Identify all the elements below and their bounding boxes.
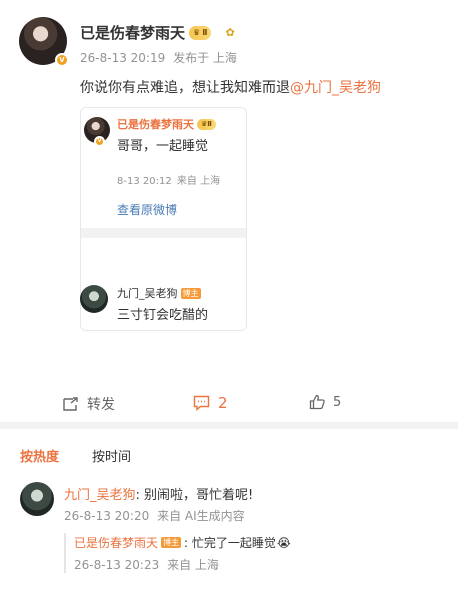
like-button[interactable]: 5 (309, 394, 341, 410)
like-icon (309, 394, 325, 410)
post-text: 你说你有点难追，想让我知难而退@九门_吴老狗 (80, 77, 381, 97)
quoted-time: 8-13 20:12 (117, 176, 172, 187)
reply-header: 九门_吴老狗 博主 (117, 285, 201, 301)
post-username[interactable]: 已是伤春梦雨天 (80, 22, 185, 43)
reply-text: 三寸钉会吃醋的 (117, 308, 209, 323)
nested-reply-username[interactable]: 已是伤春梦雨天 (74, 534, 158, 551)
post-location: 发布于 上海 (173, 51, 237, 65)
comment-icon (193, 395, 210, 411)
repost-icon (63, 396, 78, 411)
quoted-header: 已是伤春梦雨天 ♛ Ⅱ (117, 116, 216, 132)
nested-reply-meta: 26-8-13 20:23 来自 上海 (74, 556, 219, 573)
comment-count: 2 (218, 394, 228, 412)
comment-body: 九门_吴老狗: 别闹啦，哥忙着呢! (64, 484, 253, 503)
nested-reply: 已是伤春梦雨天 博主 : 忙完了一起睡觉 😭 (74, 534, 291, 551)
comment-username[interactable]: 九门_吴老狗 (64, 488, 136, 503)
crying-emoji-icon: 😭 (276, 535, 291, 550)
quoted-meta: 8-13 20:12 来自 上海 (117, 172, 220, 187)
medal-icon: ✿ (225, 26, 235, 39)
quoted-text: 哥哥，一起睡觉 (117, 139, 209, 154)
tab-sort-hot[interactable]: 按热度 (20, 446, 59, 465)
nested-blogger-badge: 博主 (161, 537, 182, 548)
quoted-source: 来自 上海 (176, 176, 221, 187)
reply-username[interactable]: 九门_吴老狗 (117, 285, 178, 301)
quoted-level-icon: ♛ Ⅱ (197, 118, 216, 130)
reply-avatar[interactable] (80, 285, 108, 313)
like-count: 5 (333, 394, 342, 410)
section-divider (0, 422, 458, 429)
blogger-badge: 博主 (180, 287, 201, 299)
quoted-post-card[interactable]: V 已是伤春梦雨天 ♛ Ⅱ 哥哥，一起睡觉 8-13 20:12 来自 上海 查… (80, 107, 247, 331)
post-meta: 26-8-13 20:19 发布于 上海 (80, 49, 237, 66)
post-time: 26-8-13 20:19 (80, 51, 166, 65)
post-text-body: 你说你有点难追，想让我知难而退 (80, 80, 290, 96)
comment-source: 来自 AI生成内容 (157, 509, 245, 523)
comment-text: : 别闹啦，哥忙着呢! (135, 488, 254, 503)
nested-reply-text: : 忙完了一起睡觉 (184, 536, 276, 550)
reply-quote-bar (64, 533, 66, 573)
nested-reply-source: 来自 上海 (167, 558, 219, 572)
tab-sort-time[interactable]: 按时间 (92, 446, 131, 465)
repost-label: 转发 (87, 397, 115, 413)
repost-button[interactable]: 转发 (62, 394, 115, 414)
comment-avatar[interactable] (20, 482, 54, 516)
post-header: 已是伤春梦雨天 ♛ Ⅱ ✿ (80, 22, 235, 43)
comment-time: 26-8-13 20:20 (64, 509, 150, 523)
quoted-verified-icon: V (94, 136, 105, 147)
mention-link[interactable]: @九门_吴老狗 (290, 80, 381, 96)
comment-button[interactable]: 2 (193, 394, 228, 412)
view-original-link[interactable]: 查看原微博 (117, 201, 177, 218)
nested-reply-time: 26-8-13 20:23 (74, 558, 160, 572)
quoted-username[interactable]: 已是伤春梦雨天 (117, 116, 194, 132)
verified-badge-icon: V (55, 53, 69, 67)
card-divider (81, 228, 246, 238)
level-crown-icon: ♛ Ⅱ (189, 25, 212, 40)
comment-meta: 26-8-13 20:20 来自 AI生成内容 (64, 507, 245, 524)
